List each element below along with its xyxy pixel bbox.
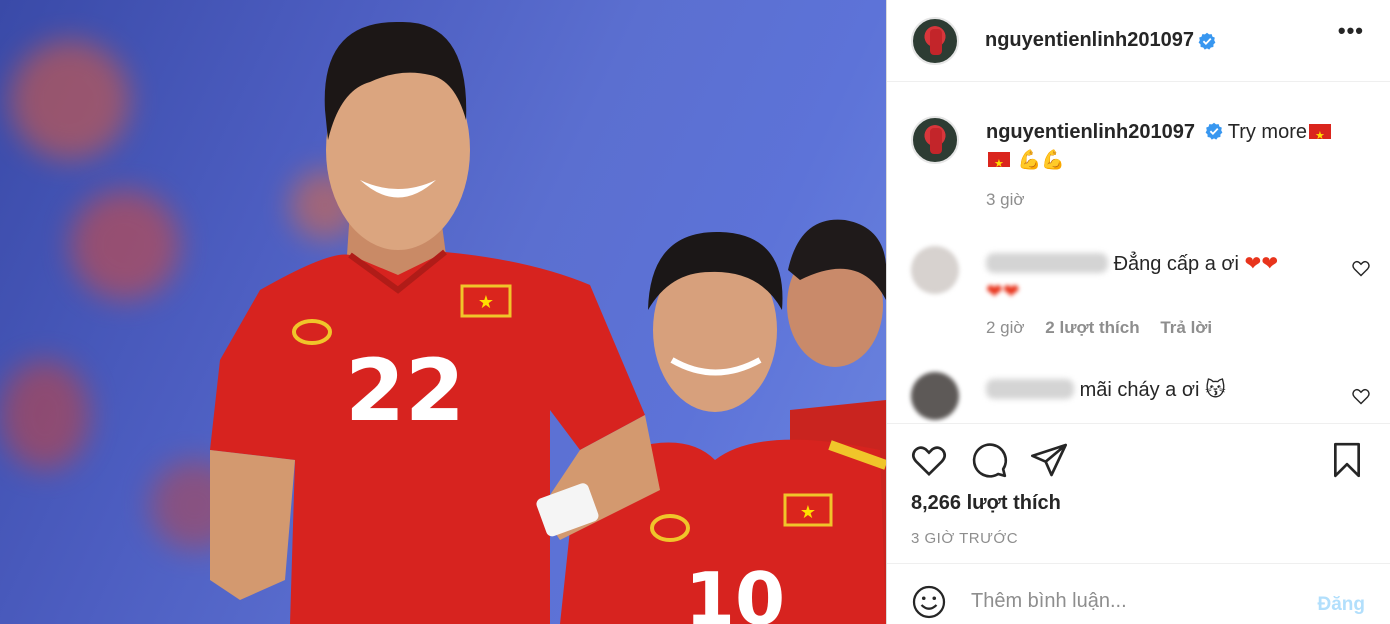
- more-dots-icon[interactable]: •••: [1338, 18, 1364, 44]
- commenter-avatar[interactable]: [911, 372, 959, 420]
- comment-item: mãi cháy a ơi 😽: [911, 372, 1371, 422]
- comment-meta: 2 giờ 2 lượt thích Trả lời: [986, 318, 1228, 338]
- jersey-number-back: 10: [685, 557, 785, 624]
- comment-text: mãi cháy a ơi: [1079, 379, 1200, 401]
- comment-icon[interactable]: [969, 440, 1009, 480]
- post-actions: 8,266 lượt thích 3 GIỜ TRƯỚC: [887, 423, 1390, 563]
- send-icon[interactable]: [1029, 440, 1069, 480]
- red-heart-icon: ❤: [1261, 253, 1279, 275]
- comment-like-heart-icon[interactable]: [1351, 258, 1371, 278]
- svg-text:★: ★: [478, 292, 494, 313]
- add-comment-bar: Đăng: [887, 563, 1390, 624]
- post-date: 3 GIỜ TRƯỚC: [911, 530, 1019, 547]
- commenter-username-blurred[interactable]: [986, 253, 1108, 273]
- caption-author-avatar[interactable]: [911, 116, 959, 164]
- likes-count[interactable]: 8,266 lượt thích: [911, 492, 1061, 515]
- verified-badge-icon: [1205, 122, 1222, 140]
- bookmark-icon[interactable]: [1327, 440, 1367, 480]
- jersey-number-main: 22: [345, 341, 465, 441]
- caption-username[interactable]: nguyentienlinh201097: [986, 121, 1195, 143]
- red-heart-icon: ❤❤: [986, 281, 1020, 303]
- red-heart-icon: ❤: [1244, 253, 1262, 275]
- heart-icon[interactable]: [909, 440, 949, 480]
- main-player-figure: ★ 22: [210, 21, 660, 624]
- commenter-avatar[interactable]: [911, 246, 959, 294]
- instagram-post-view: ★ 10 ★ 22 nguyentienlinh201097 ••• nguye…: [0, 0, 1390, 624]
- commenter-username-blurred[interactable]: [986, 379, 1074, 399]
- caption-text: Try more: [1227, 121, 1307, 143]
- post-photo[interactable]: ★ 10 ★ 22: [0, 0, 886, 624]
- bokeh-light: [70, 190, 180, 300]
- comment-text: Đẳng cấp a ơi: [1113, 253, 1239, 275]
- smiley-icon[interactable]: [911, 584, 947, 620]
- caption-timestamp: 3 giờ: [986, 190, 1025, 209]
- flexed-biceps-icon: 💪: [1017, 150, 1042, 171]
- svg-text:★: ★: [800, 502, 816, 523]
- vietnam-flag-icon: [988, 150, 1010, 178]
- post-header: nguyentienlinh201097 •••: [887, 0, 1390, 82]
- post-comment-button[interactable]: Đăng: [1318, 594, 1366, 616]
- comment-time: 2 giờ: [986, 318, 1025, 337]
- comment-like-heart-icon[interactable]: [1351, 386, 1371, 406]
- author-username[interactable]: nguyentienlinh201097: [985, 29, 1194, 52]
- author-avatar[interactable]: [911, 16, 959, 65]
- flexed-biceps-icon: 💪: [1041, 150, 1065, 171]
- bokeh-light: [0, 360, 90, 470]
- comment-item: Đẳng cấp a ơi ❤❤ ❤❤ 2 giờ 2 lượt thích T…: [911, 246, 1371, 346]
- comment-input[interactable]: [971, 590, 1291, 613]
- kissing-cat-icon: 😽: [1204, 379, 1226, 401]
- verified-badge-icon: [1198, 32, 1216, 50]
- vietnam-flag-icon: [1309, 122, 1331, 150]
- comment-likes-link[interactable]: 2 lượt thích: [1045, 318, 1139, 337]
- post-side-panel: nguyentienlinh201097 ••• nguyentienlinh2…: [886, 0, 1390, 624]
- bokeh-light: [10, 40, 130, 160]
- comment-reply-button[interactable]: Trả lời: [1160, 318, 1212, 337]
